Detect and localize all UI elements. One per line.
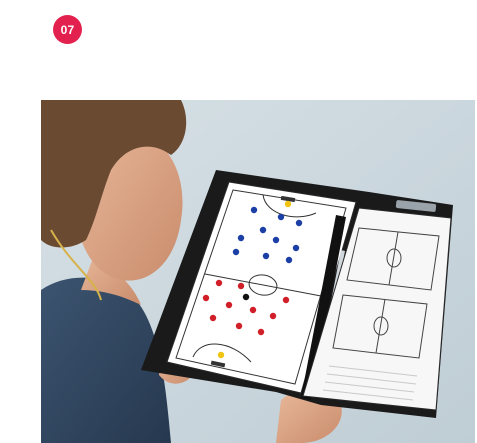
ball-magnet (242, 293, 250, 301)
photo-illustration (41, 100, 475, 443)
step-number-badge: 07 (53, 15, 82, 44)
product-photo (41, 100, 475, 443)
goalkeeper-magnet-top (284, 200, 292, 208)
goalkeeper-magnet-bottom (217, 351, 225, 359)
